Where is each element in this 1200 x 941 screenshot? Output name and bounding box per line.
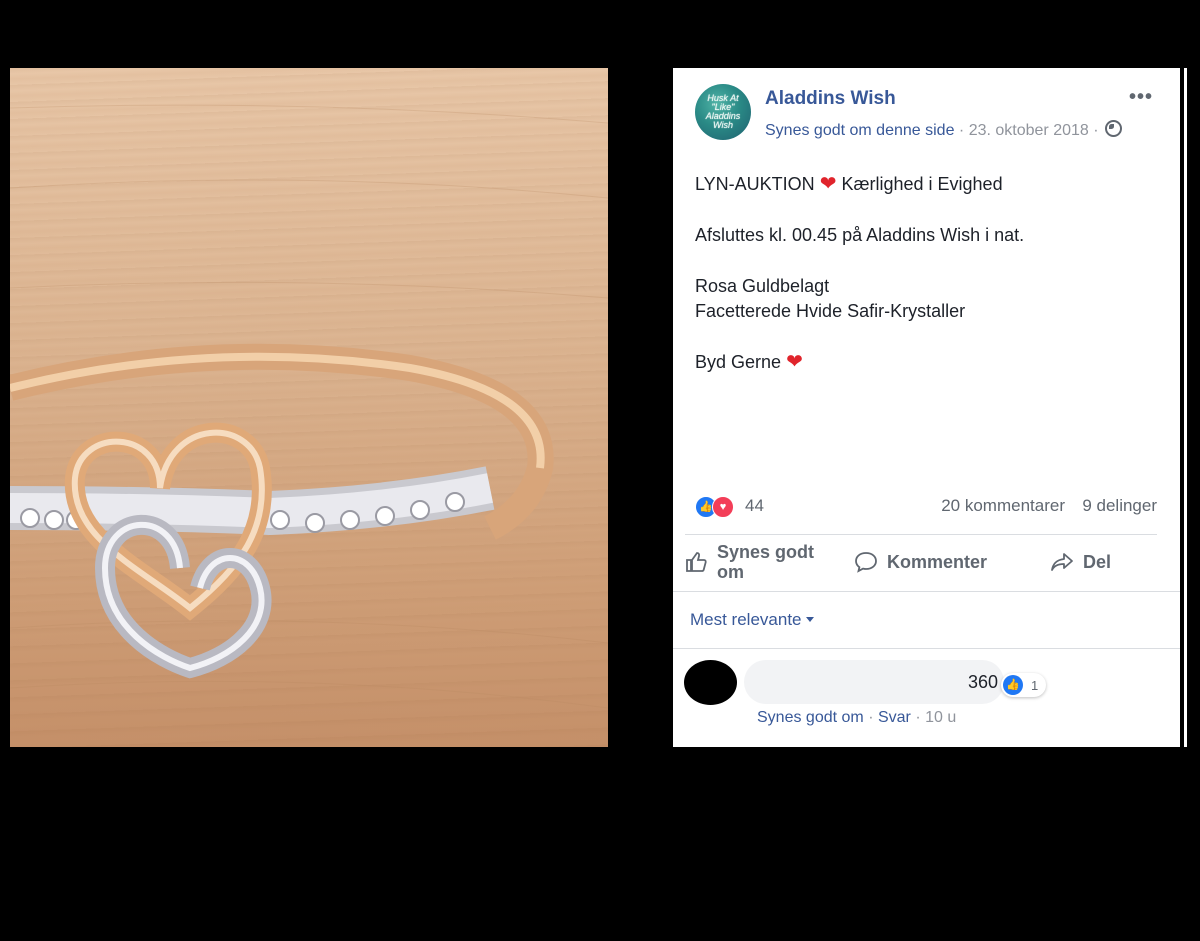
comment-actions: Synes godt om · Svar · 10 u bbox=[757, 709, 956, 727]
comment-text: 360 bbox=[967, 672, 998, 692]
comment-sort-dropdown[interactable]: Mest relevante bbox=[690, 610, 814, 630]
like-button-label: Synes godt om bbox=[717, 542, 815, 582]
meta-separator: · bbox=[1093, 122, 1104, 139]
ring-illustration bbox=[10, 104, 608, 709]
divider bbox=[685, 534, 1157, 535]
post-meta: Synes godt om denne side · 23. oktober 2… bbox=[765, 120, 1123, 140]
like-reaction-icon: 👍 bbox=[1003, 675, 1023, 695]
comment-bubble: 360 bbox=[744, 660, 1004, 704]
post-line-text: Facetterede Hvide Safir-Krystaller bbox=[695, 301, 966, 321]
divider bbox=[673, 591, 1180, 592]
comment-like-link[interactable]: Synes godt om bbox=[757, 709, 864, 726]
separator: · bbox=[868, 709, 878, 726]
post-line: LYN-AUKTION ❤ Kærlighed i Evighed bbox=[695, 172, 1165, 197]
post-line: Rosa Guldbelagt Facetterede Hvide Safir-… bbox=[695, 274, 1165, 324]
facebook-post-card: Husk At "Like" Aladdins Wish Aladdins Wi… bbox=[673, 68, 1180, 747]
post-date[interactable]: 23. oktober 2018 bbox=[969, 122, 1089, 139]
meta-separator: · bbox=[958, 122, 969, 139]
post-line-text: Kærlighed i Evighed bbox=[841, 174, 1003, 194]
love-reaction-icon[interactable]: ♥ bbox=[712, 496, 734, 518]
comment-like-count: 1 bbox=[1031, 677, 1039, 693]
comment-icon bbox=[855, 552, 877, 573]
share-button-label: Del bbox=[1083, 551, 1112, 572]
comment-time[interactable]: 10 u bbox=[925, 709, 956, 726]
share-button[interactable]: Del bbox=[1049, 540, 1111, 584]
share-icon bbox=[1051, 553, 1073, 571]
shares-count[interactable]: 9 delinger bbox=[1082, 496, 1157, 516]
post-actions: Synes godt om Kommenter Del bbox=[685, 540, 1157, 584]
separator: · bbox=[915, 709, 926, 726]
heart-emoji-icon: ❤ bbox=[786, 351, 803, 373]
comment-button[interactable]: Kommenter bbox=[853, 540, 987, 584]
comment-sort-label: Mest relevante bbox=[690, 610, 802, 629]
avatar-text: Husk At "Like" Aladdins Wish bbox=[705, 93, 741, 130]
post-line: Afsluttes kl. 00.45 på Aladdins Wish i n… bbox=[695, 225, 1025, 245]
post-line-text: LYN-AUKTION bbox=[695, 174, 815, 194]
like-page-link[interactable]: Synes godt om denne side bbox=[765, 122, 954, 139]
page-avatar[interactable]: Husk At "Like" Aladdins Wish bbox=[695, 84, 751, 140]
post-line-text: Rosa Guldbelagt bbox=[695, 276, 830, 296]
like-button[interactable]: Synes godt om bbox=[685, 540, 827, 584]
commenter-avatar[interactable] bbox=[684, 660, 737, 705]
comments-count[interactable]: 20 kommentarer bbox=[941, 496, 1065, 516]
comment-reply-link[interactable]: Svar bbox=[878, 709, 911, 726]
post-body: LYN-AUKTION ❤ Kærlighed i Evighed Afslut… bbox=[695, 172, 1165, 401]
globe-icon bbox=[1105, 120, 1123, 137]
reactions-count[interactable]: 44 bbox=[745, 496, 764, 516]
comment-button-label: Kommenter bbox=[887, 551, 988, 572]
thumbs-up-icon bbox=[686, 552, 707, 572]
caret-down-icon bbox=[805, 617, 814, 622]
post-line: Byd Gerne ❤ bbox=[695, 350, 1165, 375]
divider bbox=[673, 648, 1180, 649]
post-stats: 👍 ♥ 44 20 kommentarer 9 delinger bbox=[695, 496, 1157, 522]
post-line-text: Byd Gerne bbox=[695, 352, 782, 372]
heart-emoji-icon: ❤ bbox=[819, 173, 837, 195]
more-icon[interactable]: ••• bbox=[1129, 86, 1153, 109]
adjacent-card-edge bbox=[1184, 68, 1187, 747]
page-name-link[interactable]: Aladdins Wish bbox=[765, 88, 896, 110]
ring-photo bbox=[10, 68, 608, 747]
comment-reactions[interactable]: 👍 1 bbox=[1001, 673, 1047, 697]
